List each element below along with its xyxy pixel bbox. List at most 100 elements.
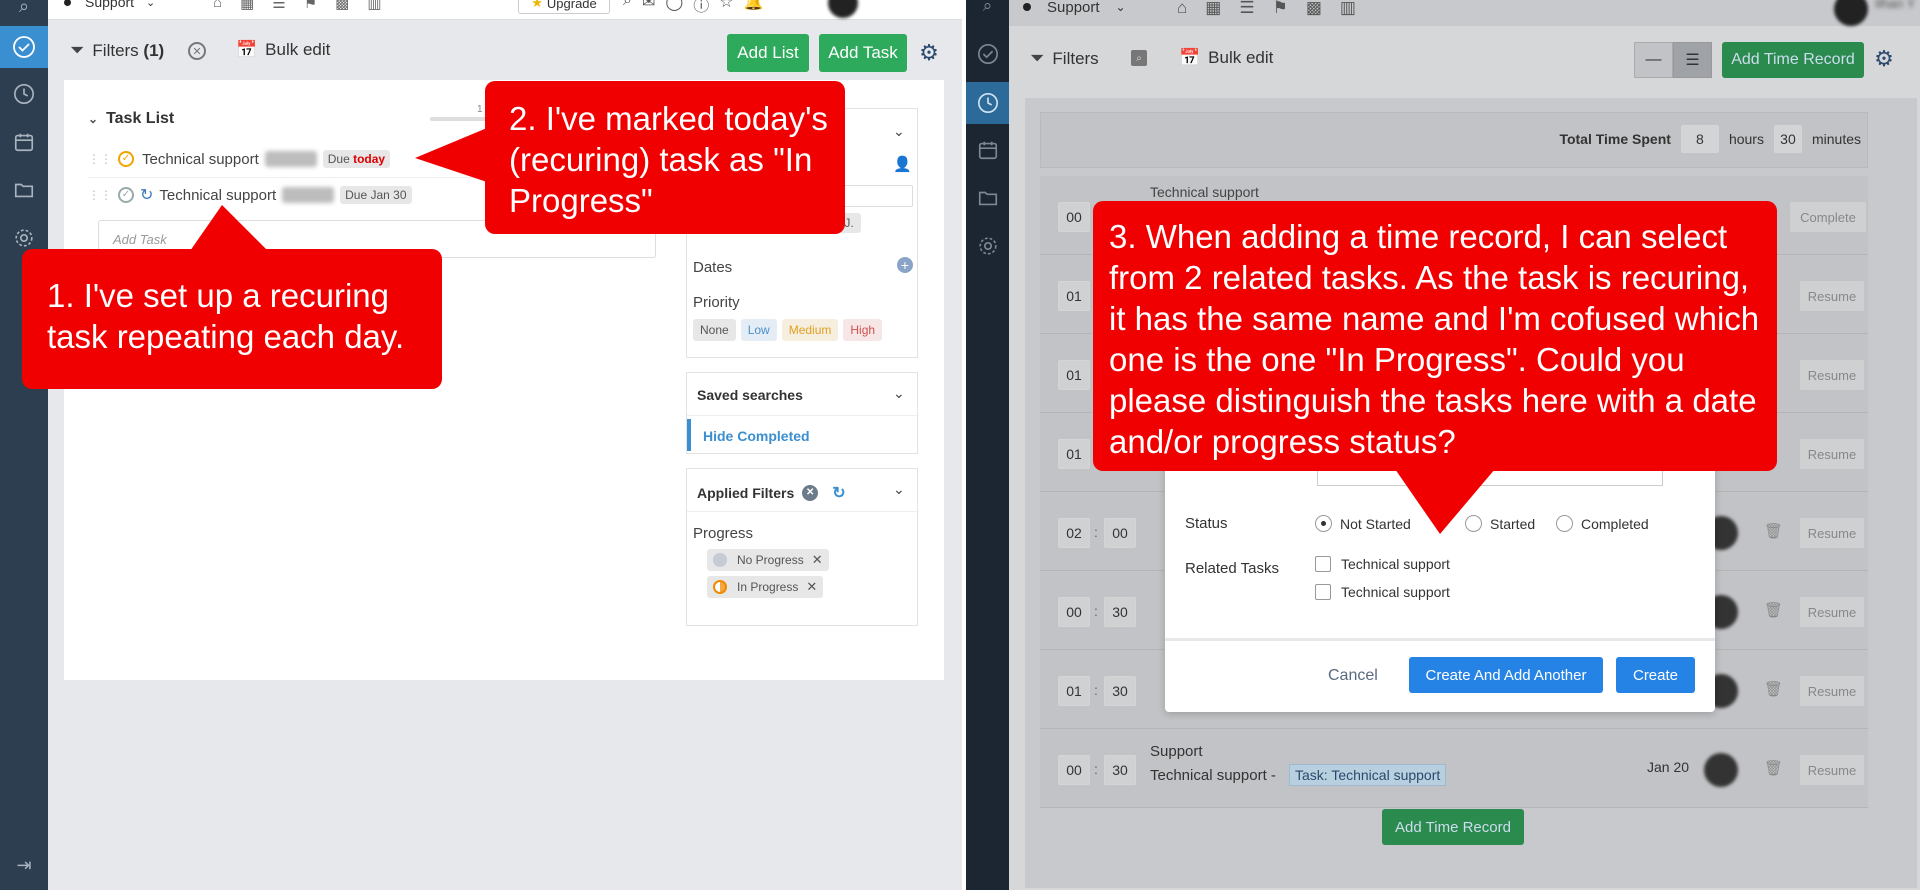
hours-cell[interactable]: 01: [1058, 676, 1090, 706]
filters-button[interactable]: ⏷ Filters (1): [70, 40, 164, 61]
tasks-nav-icon[interactable]: [0, 26, 48, 68]
create-button[interactable]: Create: [1616, 657, 1695, 693]
remove-icon[interactable]: ✕: [812, 552, 823, 568]
board-icon[interactable]: ▦: [240, 0, 254, 12]
hours-cell[interactable]: 00: [1058, 202, 1090, 232]
chevron-down-icon[interactable]: ⌄: [1116, 0, 1126, 14]
drag-handle-icon[interactable]: ⋮⋮: [88, 188, 112, 202]
create-and-add-another-button[interactable]: Create And Add Another: [1409, 657, 1603, 693]
clear-filters-icon[interactable]: ✕: [188, 42, 206, 60]
bookmark-icon[interactable]: ☆: [719, 0, 733, 16]
avatar[interactable]: [828, 0, 858, 18]
list-icon[interactable]: ☰: [272, 0, 285, 12]
resume-button[interactable]: Resume: [1800, 439, 1864, 469]
resume-button[interactable]: Resume: [1800, 518, 1864, 548]
related-task-checkbox[interactable]: Technical support: [1315, 584, 1450, 600]
list-icon[interactable]: ☰: [1239, 0, 1254, 18]
cancel-button[interactable]: Cancel: [1328, 658, 1378, 694]
task-name[interactable]: Technical support: [159, 187, 276, 204]
filter-chip-no-progress[interactable]: No Progress ✕: [707, 549, 829, 571]
trash-icon[interactable]: 🗑: [1764, 680, 1783, 698]
add-user-icon[interactable]: 👤: [893, 155, 912, 173]
table-row[interactable]: 00 : 30 Support Technical support - Task…: [1040, 729, 1868, 808]
gear-icon[interactable]: [966, 226, 1009, 266]
drag-handle-icon[interactable]: ⋮⋮: [88, 152, 112, 166]
add-time-record-bottom-button[interactable]: Add Time Record: [1382, 809, 1524, 845]
add-list-button[interactable]: Add List: [727, 34, 809, 72]
resume-button[interactable]: Resume: [1800, 597, 1864, 627]
folder-icon[interactable]: [966, 178, 1009, 218]
saved-searches-title[interactable]: Saved searches: [697, 387, 803, 403]
search-icon[interactable]: ⌕: [623, 0, 632, 16]
filter-chip-in-progress[interactable]: In Progress ✕: [707, 576, 824, 598]
resume-button[interactable]: Resume: [1800, 755, 1864, 785]
priority-medium[interactable]: Medium: [781, 319, 839, 341]
priority-none[interactable]: None: [693, 319, 736, 341]
add-task-button[interactable]: Add Task: [819, 34, 907, 72]
task-tag[interactable]: Task: Technical support: [1289, 764, 1447, 786]
related-task-checkbox[interactable]: Technical support: [1315, 556, 1450, 572]
assignee-input[interactable]: [837, 185, 913, 207]
settings-gear-icon[interactable]: ⚙: [916, 40, 942, 66]
minutes-cell[interactable]: 30: [1104, 597, 1136, 627]
flag-icon[interactable]: ⚑: [304, 0, 317, 12]
saved-search-icon[interactable]: ⌕: [1131, 50, 1147, 66]
bell-icon[interactable]: 🔔: [744, 0, 764, 16]
no-progress-icon[interactable]: ✓: [118, 187, 134, 203]
home-icon[interactable]: ⌂: [1177, 0, 1187, 18]
timer-icon[interactable]: ◯: [665, 0, 683, 16]
folder-icon[interactable]: [0, 170, 48, 210]
list-view-button[interactable]: ☰: [1673, 42, 1712, 78]
chevron-down-icon[interactable]: ⌄: [893, 385, 905, 402]
clear-icon[interactable]: ✕: [802, 485, 819, 501]
minutes-cell[interactable]: 30: [1104, 755, 1136, 785]
bulk-edit-button[interactable]: 📅 Bulk edit: [1179, 48, 1273, 68]
add-time-record-button[interactable]: Add Time Record: [1722, 42, 1864, 78]
user-name[interactable]: Ilhan Y: [1875, 0, 1915, 11]
hide-completed-link[interactable]: Hide Completed: [687, 419, 919, 451]
compact-view-button[interactable]: —: [1634, 42, 1673, 78]
complete-button[interactable]: Complete: [1790, 202, 1866, 232]
board-icon[interactable]: ▦: [1205, 0, 1221, 18]
help-icon[interactable]: ⓘ: [693, 0, 709, 16]
flag-icon[interactable]: ⚑: [1273, 0, 1288, 18]
status-radio-completed[interactable]: Completed: [1556, 515, 1649, 532]
in-progress-icon[interactable]: ✓: [118, 151, 134, 167]
minutes-cell[interactable]: 00: [1104, 518, 1136, 548]
hours-cell[interactable]: 01: [1058, 439, 1090, 469]
chevron-down-icon[interactable]: ⌄: [893, 123, 905, 140]
search-icon[interactable]: ⌕: [12, 0, 36, 18]
hours-cell[interactable]: 02: [1058, 518, 1090, 548]
hours-cell[interactable]: 01: [1058, 281, 1090, 311]
chevron-down-icon[interactable]: ⌄: [893, 481, 905, 498]
trash-icon[interactable]: 🗑: [1764, 601, 1783, 619]
hours-cell[interactable]: 00: [1058, 597, 1090, 627]
priority-high[interactable]: High: [843, 319, 883, 341]
upgrade-button[interactable]: ★ Upgrade: [518, 0, 610, 14]
calendar-icon[interactable]: [0, 122, 48, 162]
task-list-header[interactable]: ⌄ Task List: [88, 110, 174, 128]
chevron-down-icon[interactable]: ⌄: [146, 0, 155, 9]
add-date-icon[interactable]: +: [897, 257, 913, 273]
refresh-icon[interactable]: ↻: [832, 483, 845, 503]
priority-low[interactable]: Low: [740, 319, 777, 341]
clock-icon[interactable]: [966, 82, 1009, 124]
inbox-icon[interactable]: ✉: [642, 0, 655, 16]
filters-button[interactable]: ⏷ Filters: [1030, 48, 1099, 69]
remove-icon[interactable]: ✕: [806, 579, 817, 595]
search-icon[interactable]: ⌕: [966, 0, 1009, 16]
hours-cell[interactable]: 01: [1058, 360, 1090, 390]
resume-button[interactable]: Resume: [1800, 360, 1864, 390]
grid-icon[interactable]: ▩: [335, 0, 349, 12]
bulk-edit-button[interactable]: 📅 Bulk edit: [236, 40, 330, 60]
columns-icon[interactable]: ▥: [367, 0, 381, 12]
clock-icon[interactable]: [0, 74, 48, 114]
settings-gear-icon[interactable]: ⚙: [1871, 46, 1897, 72]
workspace-name[interactable]: Support: [85, 0, 134, 10]
resume-button[interactable]: Resume: [1800, 676, 1864, 706]
applied-filters-title[interactable]: Applied Filters ✕ ↻: [697, 483, 846, 503]
workspace-name[interactable]: Support: [1047, 0, 1100, 16]
grid-icon[interactable]: ▩: [1306, 0, 1322, 18]
resume-button[interactable]: Resume: [1800, 281, 1864, 311]
trash-icon[interactable]: 🗑: [1764, 759, 1783, 777]
